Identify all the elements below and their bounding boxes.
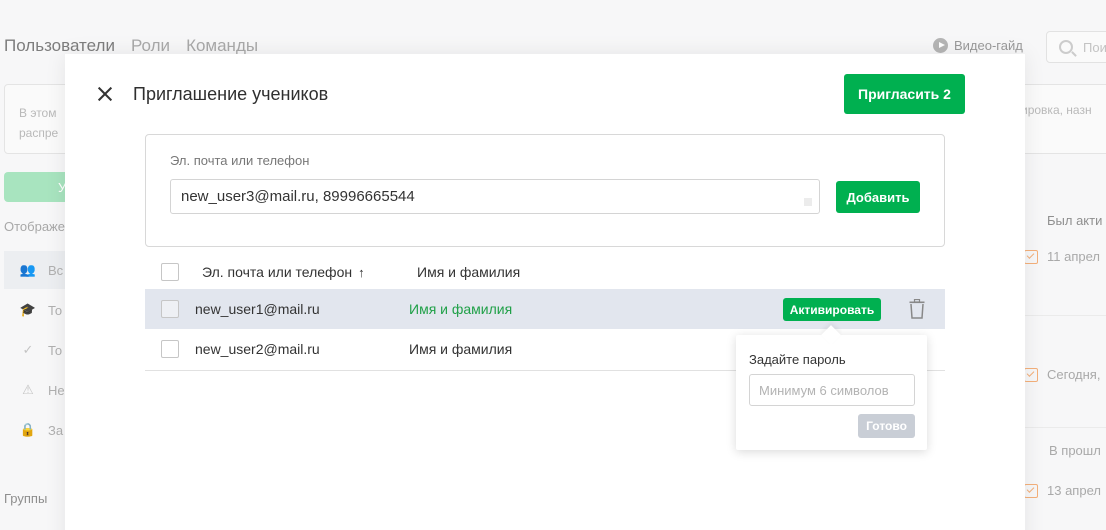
page-tabs: Пользователи Роли Команды xyxy=(4,36,258,56)
close-icon[interactable] xyxy=(95,84,115,104)
info-banner: В этом распре xyxy=(4,84,74,154)
done-button[interactable]: Готово xyxy=(858,414,915,438)
add-button[interactable]: Добавить xyxy=(836,181,920,213)
row-name-field[interactable]: Имя и фамилия xyxy=(409,341,512,357)
row-contact: new_user1@mail.ru xyxy=(195,301,320,317)
table-row: new_user1@mail.ru Имя и фамилия Активиро… xyxy=(145,289,945,329)
table-row: 13 апрел xyxy=(1024,483,1101,498)
sidebar-item-all[interactable]: 👥 Вс xyxy=(18,262,63,278)
table-row: В прошл xyxy=(1049,443,1101,458)
search-icon xyxy=(1059,40,1073,54)
lock-icon: 🔒 xyxy=(19,422,37,437)
select-all-checkbox[interactable] xyxy=(161,263,179,281)
sidebar-item-label: Вс xyxy=(48,262,64,278)
password-label: Задайте пароль xyxy=(749,352,846,367)
info-text-right: ировка, назн xyxy=(1021,103,1092,117)
row-checkbox[interactable] xyxy=(161,340,179,358)
sidebar-item-active[interactable]: ✓ То xyxy=(18,342,63,358)
tab-teams[interactable]: Команды xyxy=(186,36,258,56)
invite-students-modal: Приглашение учеников Пригласить 2 Эл. по… xyxy=(65,54,1025,530)
row-name-field[interactable]: Имя и фамилия xyxy=(409,301,512,317)
modal-title: Приглашение учеников xyxy=(133,84,329,104)
column-header-contact[interactable]: Эл. почта или телефон ↑ xyxy=(202,264,365,280)
warning-icon: ⚠ xyxy=(22,382,34,397)
sidebar-item-students[interactable]: 🎓 То xyxy=(18,302,62,318)
last-active-value: В прошл xyxy=(1049,443,1101,458)
display-label: Отображе xyxy=(4,219,65,234)
resize-grip-icon[interactable] xyxy=(804,198,812,206)
row-checkbox[interactable] xyxy=(161,300,179,318)
checked-calendar-icon xyxy=(1024,483,1038,498)
play-icon xyxy=(933,38,948,53)
row-contact: new_user2@mail.ru xyxy=(195,341,320,357)
groups-heading: Группы xyxy=(4,491,48,506)
sidebar-item-inactive[interactable]: ⚠ Не xyxy=(18,382,65,398)
search-placeholder: Пои xyxy=(1083,40,1106,55)
last-active-value: 11 апрел xyxy=(1047,249,1100,264)
last-active-value: 13 апрел xyxy=(1047,483,1101,498)
table-row: Сегодня, xyxy=(1024,367,1100,382)
graduation-cap-icon: 🎓 xyxy=(19,302,37,317)
users-icon: 👥 xyxy=(19,262,37,277)
activate-button[interactable]: Активировать xyxy=(783,298,881,321)
table-row: 11 апрел xyxy=(1024,249,1100,264)
last-active-header: Был акти xyxy=(1047,213,1103,228)
last-active-value: Сегодня, xyxy=(1047,367,1101,382)
trash-icon[interactable] xyxy=(909,299,925,319)
video-guide-label: Видео-гайд xyxy=(954,38,1023,53)
check-icon: ✓ xyxy=(22,342,34,357)
add-contact-form: Эл. почта или телефон Добавить xyxy=(145,134,945,247)
sidebar-item-label: То xyxy=(48,302,63,318)
row-divider xyxy=(1024,315,1106,316)
row-divider xyxy=(1024,427,1106,428)
column-header-name: Имя и фамилия xyxy=(417,264,521,280)
sort-up-icon: ↑ xyxy=(358,265,365,280)
sidebar-item-blocked[interactable]: 🔒 За xyxy=(18,422,63,438)
invite-button[interactable]: Пригласить 2 xyxy=(844,74,965,114)
contact-field-label: Эл. почта или телефон xyxy=(170,153,310,168)
sidebar-item-label: Не xyxy=(48,382,65,398)
table-header: Эл. почта или телефон ↑ Имя и фамилия xyxy=(145,254,945,289)
tab-users[interactable]: Пользователи xyxy=(4,36,115,56)
checked-calendar-icon xyxy=(1024,367,1038,382)
column-header-contact-label: Эл. почта или телефон xyxy=(202,264,353,280)
search-input[interactable]: Пои xyxy=(1046,31,1106,63)
contact-input[interactable] xyxy=(170,179,820,214)
sidebar-item-label: За xyxy=(48,422,64,438)
password-input[interactable] xyxy=(749,374,915,406)
checked-calendar-icon xyxy=(1024,249,1038,264)
password-popover: Задайте пароль Готово xyxy=(736,335,927,450)
sidebar-item-label: То xyxy=(48,342,63,358)
tab-roles[interactable]: Роли xyxy=(131,36,170,56)
video-guide-link[interactable]: Видео-гайд xyxy=(933,38,1023,53)
